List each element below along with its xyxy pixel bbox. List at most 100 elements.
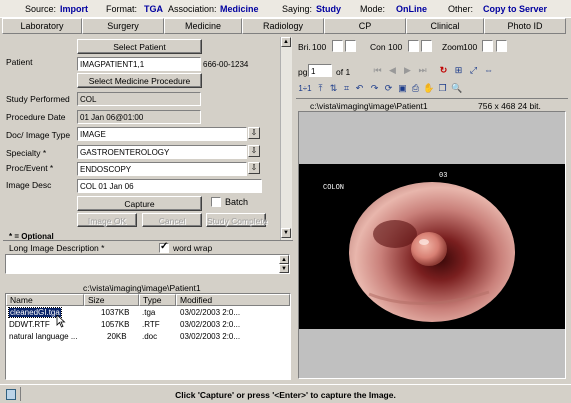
file-type: .tga	[142, 308, 156, 317]
contrast-up-box[interactable]	[421, 40, 432, 52]
doc-type-select[interactable]: IMAGE	[77, 127, 247, 141]
rotate-icon[interactable]: ⤒	[315, 83, 326, 94]
info-bar: Source: Import Format: TGA Association: …	[0, 0, 571, 18]
proc-event-select[interactable]: ENDOSCOPY	[77, 162, 247, 176]
cancel-button[interactable]: Cancel	[142, 213, 202, 227]
association-value[interactable]: Medicine	[220, 4, 259, 14]
specialty-select[interactable]: GASTROENTEROLOGY	[77, 145, 247, 159]
first-page-icon[interactable]: ⏮	[372, 65, 383, 76]
file-name[interactable]: cleanedGI.tga	[8, 307, 62, 318]
brightness-label: Bri.	[298, 42, 311, 52]
fit-width-icon[interactable]: ⇔	[483, 65, 494, 76]
column-header-modified[interactable]: Modified	[176, 294, 290, 306]
file-type: .doc	[142, 332, 158, 341]
file-row[interactable]: cleanedGI.tga 1037KB .tga 03/02/2003 2:0…	[6, 307, 290, 319]
divider	[296, 98, 568, 99]
image-overlay-number: 03	[439, 172, 448, 180]
actual-size-icon[interactable]: 1÷1	[298, 83, 312, 94]
capture-button[interactable]: Capture	[77, 196, 202, 211]
file-row[interactable]: natural language ... 20KB .doc 03/02/200…	[6, 332, 290, 343]
select-procedure-button[interactable]: Select Medicine Procedure	[77, 73, 202, 88]
form-scrollbar[interactable]: ▲ ▼	[280, 37, 292, 240]
prev-page-icon[interactable]: ◀	[387, 65, 398, 76]
image-canvas[interactable]: COLON 03	[298, 111, 566, 379]
brightness-value: 100	[312, 42, 327, 52]
study-complete-button[interactable]: Study Complete	[206, 213, 267, 227]
saying-value[interactable]: Study	[316, 4, 341, 14]
capture-form-pane: Select Patient Patient IMAGPATIENT1,1 66…	[3, 37, 293, 380]
refresh-icon[interactable]: ⟳	[383, 83, 394, 94]
textarea-scroll-up-icon[interactable]: ▲	[279, 255, 289, 264]
patient-id: 666-00-1234	[203, 60, 249, 69]
tab-laboratory[interactable]: Laboratory	[2, 18, 82, 34]
batch-checkbox[interactable]	[211, 197, 221, 207]
long-desc-label: Long Image Description *	[9, 243, 105, 253]
word-wrap-label: word wrap	[173, 243, 213, 253]
procedure-date-label: Procedure Date	[6, 112, 66, 122]
saying-label: Saying:	[282, 4, 313, 14]
source-value[interactable]: Import	[60, 4, 88, 14]
file-type: .RTF	[142, 320, 160, 329]
tab-surgery[interactable]: Surgery	[82, 18, 164, 34]
status-bar: Click 'Capture' or press '<Enter>' to ca…	[0, 384, 571, 403]
tab-clinical[interactable]: Clinical	[406, 18, 484, 34]
tab-photo-id[interactable]: Photo ID	[484, 18, 566, 34]
reset-icon[interactable]: ↻	[438, 65, 449, 76]
image-dimensions: 756 x 468 24 bit.	[478, 101, 541, 111]
file-modified: 03/02/2003 2:0...	[180, 332, 241, 341]
contrast-down-box[interactable]	[408, 40, 419, 52]
tab-medicine[interactable]: Medicine	[164, 18, 242, 34]
word-wrap-checkbox[interactable]	[159, 241, 169, 253]
scroll-up-icon[interactable]: ▲	[281, 37, 291, 47]
file-name[interactable]: natural language ...	[9, 332, 78, 341]
long-description-textarea[interactable]	[5, 254, 290, 274]
rotate-right-icon[interactable]: ↷	[369, 83, 380, 94]
format-value[interactable]: TGA	[144, 4, 163, 14]
column-header-size[interactable]: Size	[84, 294, 139, 306]
other-value[interactable]: Copy to Server	[483, 4, 547, 14]
select-patient-button[interactable]: Select Patient	[77, 39, 202, 54]
file-size: 1037KB	[101, 308, 130, 317]
folder-path: c:\vista\imaging\image\Patient1	[83, 283, 201, 293]
tab-cp[interactable]: CP	[324, 18, 406, 34]
fit-window-icon[interactable]: ⊞	[453, 65, 464, 76]
scroll-down-icon[interactable]: ▼	[281, 228, 291, 238]
zoom-value: 100	[463, 42, 478, 52]
file-row[interactable]: DDWT.RTF 1057KB .RTF 03/02/2003 2:0...	[6, 320, 290, 331]
next-page-icon[interactable]: ▶	[402, 65, 413, 76]
study-performed-field[interactable]: COL	[77, 92, 201, 106]
file-name[interactable]: DDWT.RTF	[9, 320, 50, 329]
brightness-down-box[interactable]	[332, 40, 343, 52]
flip-icon[interactable]: ⇅	[328, 83, 339, 94]
copy-icon[interactable]: ❐	[437, 83, 448, 94]
procedure-date-field[interactable]: 01 Jan 06@01:00	[77, 110, 201, 124]
last-page-icon[interactable]: ⏭	[417, 65, 428, 76]
doc-type-dropdown-icon[interactable]: ⇩	[248, 127, 260, 139]
image-icon[interactable]: ▣	[397, 83, 408, 94]
proc-event-dropdown-icon[interactable]: ⇩	[248, 162, 260, 174]
brightness-up-box[interactable]	[345, 40, 356, 52]
image-overlay-label: COLON	[323, 184, 345, 192]
page-input[interactable]: 1	[308, 64, 332, 77]
mode-value[interactable]: OnLine	[396, 4, 427, 14]
doc-type-label: Doc/ Image Type	[6, 130, 71, 140]
image-desc-label: Image Desc	[6, 180, 52, 190]
image-desc-field[interactable]: COL 01 Jan 06	[77, 179, 262, 193]
zoom-tool-icon[interactable]: 🔍	[451, 83, 462, 94]
zoom-up-box[interactable]	[496, 40, 507, 52]
column-header-name[interactable]: Name	[6, 294, 84, 306]
rotate-left-icon[interactable]: ↶	[354, 83, 365, 94]
fit-height-icon[interactable]: ⤢	[468, 65, 479, 76]
pan-hand-icon[interactable]: ✋	[423, 83, 434, 94]
patient-field[interactable]: IMAGPATIENT1,1	[77, 57, 201, 71]
specialty-dropdown-icon[interactable]: ⇩	[248, 145, 260, 157]
crop-icon[interactable]: ⌗	[341, 83, 352, 94]
print-icon[interactable]: ⎙	[410, 83, 421, 94]
image-ok-button[interactable]: Image OK	[77, 213, 137, 227]
zoom-down-box[interactable]	[482, 40, 493, 52]
file-modified: 03/02/2003 2:0...	[180, 320, 241, 329]
column-header-type[interactable]: Type	[139, 294, 176, 306]
tab-radiology[interactable]: Radiology	[242, 18, 324, 34]
file-list: Name Size Type Modified cleanedGI.tga 10…	[5, 293, 291, 380]
textarea-scroll-down-icon[interactable]: ▼	[279, 264, 289, 273]
